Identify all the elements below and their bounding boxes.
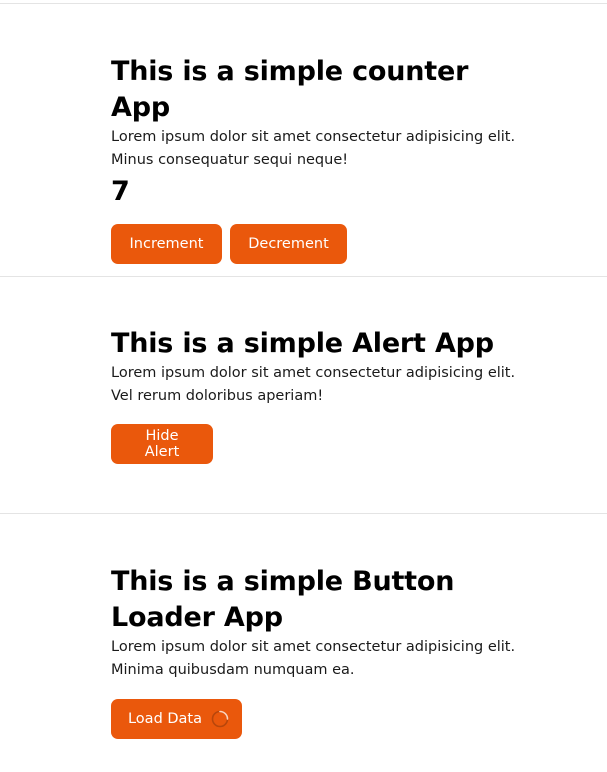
hide-alert-button[interactable]: Hide Alert xyxy=(111,424,213,464)
load-data-label: Load Data xyxy=(127,711,202,727)
decrement-button[interactable]: Decrement xyxy=(230,224,347,264)
alert-description-line1: Lorem ipsum dolor sit amet consectetur a… xyxy=(111,365,516,381)
loader-title: This is a simple Button Loader App xyxy=(111,564,531,636)
section-divider-1 xyxy=(0,276,607,277)
counter-value: 7 xyxy=(111,176,130,207)
loader-description-line2: Minima quibusdam numquam ea. xyxy=(111,662,355,678)
counter-button-row: Increment Decrement xyxy=(111,224,531,264)
loader-description-line1: Lorem ipsum dolor sit amet consectetur a… xyxy=(111,639,516,655)
load-data-button[interactable]: Load Data xyxy=(111,699,242,739)
top-divider xyxy=(0,3,607,4)
section-divider-2 xyxy=(0,513,607,514)
loader-title-line2: Loader App xyxy=(111,602,283,633)
counter-title: This is a simple counter App xyxy=(111,56,469,123)
alert-title: This is a simple Alert App xyxy=(111,328,494,359)
page: This is a simple counter App Lorem ipsum… xyxy=(0,0,607,772)
alert-description-line2: Vel rerum doloribus aperiam! xyxy=(111,388,324,404)
counter-section: This is a simple counter App Lorem ipsum… xyxy=(111,54,531,264)
alert-section: This is a simple Alert App Lorem ipsum d… xyxy=(111,326,531,464)
loader-title-line1: This is a simple Button xyxy=(111,566,455,597)
loader-button-row: Load Data xyxy=(111,699,531,739)
counter-description-line2: Minus consequatur sequi neque! xyxy=(111,152,349,168)
increment-button[interactable]: Increment xyxy=(111,224,222,264)
loading-spinner-icon xyxy=(211,710,229,728)
counter-description-line1: Lorem ipsum dolor sit amet consectetur a… xyxy=(111,129,516,145)
loader-section: This is a simple Button Loader App Lorem… xyxy=(111,564,531,739)
alert-button-row: Hide Alert xyxy=(111,424,531,464)
